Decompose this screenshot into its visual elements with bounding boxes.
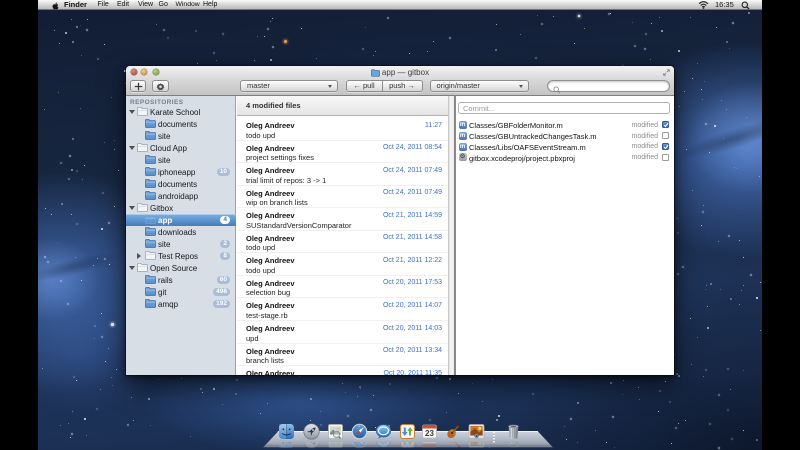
svg-text:23: 23 (425, 442, 434, 443)
svg-text:23: 23 (425, 429, 434, 438)
